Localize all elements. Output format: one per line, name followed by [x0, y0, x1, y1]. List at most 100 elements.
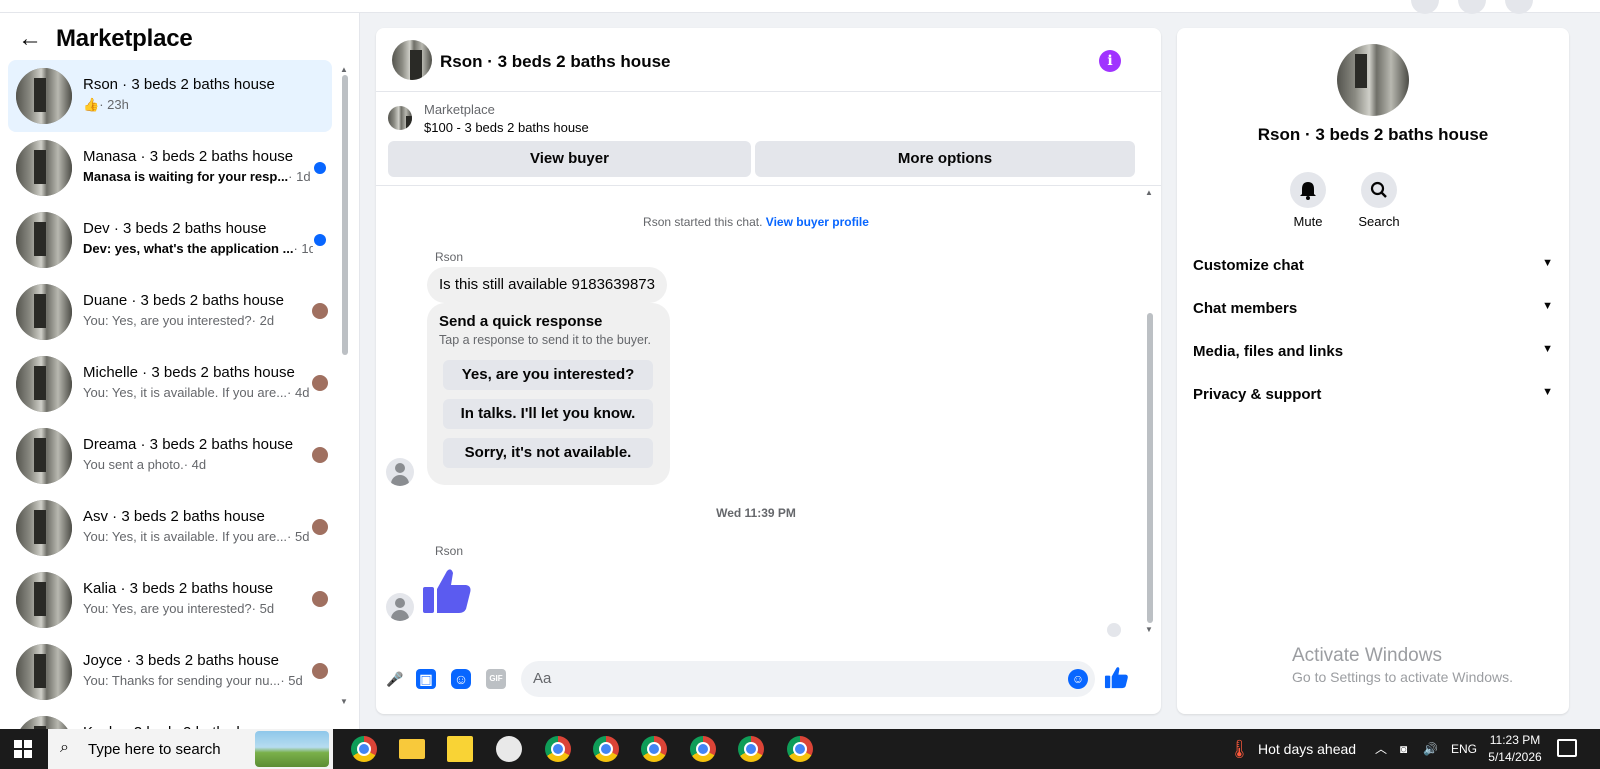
scrollbar-thumb[interactable]	[1147, 313, 1153, 623]
message-input[interactable]: Aa	[521, 661, 1095, 697]
header-profile-avatar[interactable]	[1505, 0, 1533, 14]
conversation-item[interactable]: Dev · 3 beds 2 baths house Dev: yes, what…	[8, 204, 332, 276]
view-buyer-profile-link[interactable]: View buyer profile	[766, 215, 869, 229]
file-explorer-icon[interactable]	[399, 739, 425, 759]
chevron-up-icon[interactable]: ︿	[1375, 729, 1387, 769]
conversation-item[interactable]: Joyce · 3 beds 2 baths house You: Thanks …	[8, 636, 332, 708]
more-options-button[interactable]: More options	[755, 141, 1135, 177]
buyer-avatar[interactable]	[386, 593, 414, 621]
conversation-scrollbar[interactable]: ▲ ▼	[340, 65, 350, 706]
language-indicator[interactable]: ENG	[1451, 729, 1477, 769]
photo-icon[interactable]: ▣	[416, 669, 436, 689]
gif-icon[interactable]: GIF	[486, 669, 506, 689]
conversation-thumbnail	[16, 140, 72, 196]
conversation-title: Dev · 3 beds 2 baths house	[83, 220, 267, 237]
conversation-item[interactable]: Dreama · 3 beds 2 baths house You sent a …	[8, 420, 332, 492]
scroll-up-arrow-icon[interactable]: ▲	[340, 65, 348, 74]
microphone-icon[interactable]: 🎤	[385, 669, 405, 689]
sticky-notes-icon[interactable]	[447, 736, 473, 762]
conversation-item[interactable]: Asv · 3 beds 2 baths house You: Yes, it i…	[8, 492, 332, 564]
preview-time: · 1d	[288, 169, 311, 184]
chat-members-section[interactable]: Chat members ▼	[1193, 300, 1553, 322]
conversation-item[interactable]: Duane · 3 beds 2 baths house You: Yes, ar…	[8, 276, 332, 348]
conversation-title: Joyce · 3 beds 2 baths house	[83, 652, 279, 669]
volume-icon[interactable]: 🔊	[1423, 729, 1438, 769]
taskbar-clock[interactable]: 11:23 PM 5/14/2026	[1480, 732, 1550, 766]
header-menu-icon[interactable]	[1411, 0, 1439, 14]
chevron-down-icon: ▼	[1542, 343, 1553, 355]
read-receipt-avatar	[312, 375, 328, 391]
search-label: Search	[1358, 214, 1400, 229]
scroll-down-arrow-icon[interactable]: ▼	[1145, 625, 1153, 634]
paint-icon[interactable]	[496, 736, 522, 762]
chrome-profile-icon[interactable]	[545, 736, 571, 762]
scroll-up-arrow-icon[interactable]: ▲	[1145, 188, 1153, 197]
conversation-item[interactable]: Kalia · 3 beds 2 baths house You: Yes, ar…	[8, 564, 332, 636]
chevron-down-icon: ▼	[1542, 386, 1553, 398]
conversation-item[interactable]: Rson · 3 beds 2 baths house 👍· 23h	[8, 60, 332, 132]
conversation-item[interactable]: Michelle · 3 beds 2 baths house You: Yes,…	[8, 348, 332, 420]
taskbar-search[interactable]: ⌕ Type here to search	[48, 729, 333, 769]
message-timestamp: Wed 11:39 PM	[716, 506, 796, 520]
conversation-item[interactable]: Kayla · 3 beds 2 baths house	[8, 708, 332, 729]
header-notifications-icon[interactable]	[1458, 0, 1486, 14]
preview-text: You: Yes, are you interested?	[83, 601, 252, 616]
mute-button[interactable]: Mute	[1278, 172, 1338, 229]
preview-text: You: Yes, it is available. If you are...	[83, 529, 288, 544]
sticker-icon[interactable]: ☺	[451, 669, 471, 689]
preview-time: · 4d	[287, 385, 310, 400]
chrome-profile-icon[interactable]	[641, 736, 667, 762]
chrome-profile-icon[interactable]	[593, 736, 619, 762]
scroll-down-arrow-icon[interactable]: ▼	[340, 697, 348, 706]
read-receipt-avatar	[312, 303, 328, 319]
camera-icon[interactable]: ◙	[1400, 729, 1407, 769]
conversation-title: Michelle · 3 beds 2 baths house	[83, 364, 295, 381]
chrome-icon[interactable]	[351, 736, 377, 762]
notification-center-icon[interactable]	[1557, 739, 1577, 757]
back-arrow-icon[interactable]: ←	[18, 27, 42, 51]
scrollbar-thumb[interactable]	[342, 75, 348, 355]
chrome-profile-icon[interactable]	[738, 736, 764, 762]
like-button-icon[interactable]	[1104, 665, 1130, 691]
quick-reply-button[interactable]: In talks. I'll let you know.	[443, 399, 653, 429]
quick-response-title: Send a quick response	[439, 313, 603, 330]
view-buyer-button[interactable]: View buyer	[388, 141, 751, 177]
customize-chat-section[interactable]: Customize chat ▼	[1193, 257, 1553, 279]
listing-thumbnail[interactable]	[388, 106, 412, 130]
message-bubble[interactable]: Is this still available 9183639873	[427, 267, 667, 303]
conversation-thumbnail	[16, 428, 72, 484]
conversation-preview: 👍· 23h	[83, 97, 313, 113]
sender-name: Rson	[435, 250, 464, 264]
profile-avatar[interactable]	[1337, 44, 1409, 116]
left-header: ← Marketplace	[18, 25, 193, 53]
buyer-avatar[interactable]	[386, 458, 414, 486]
media-files-links-section[interactable]: Media, files and links ▼	[1193, 343, 1553, 365]
listing-category: Marketplace	[424, 102, 495, 117]
windows-start-icon[interactable]	[14, 740, 32, 758]
conversation-item[interactable]: Manasa · 3 beds 2 baths house Manasa is w…	[8, 132, 332, 204]
preview-text: Manasa is waiting for your resp...	[83, 169, 289, 184]
thermometer-icon[interactable]: 🌡	[1228, 729, 1251, 769]
chat-scrollbar[interactable]: ▲ ▼	[1145, 188, 1155, 638]
watermark-title: Activate Windows	[1292, 645, 1442, 666]
conversation-preview: You: Yes, it is available. If you are...…	[83, 529, 313, 544]
read-receipt-avatar	[312, 663, 328, 679]
quick-response-card: Send a quick response Tap a response to …	[427, 303, 670, 485]
search-highlight-image[interactable]	[255, 731, 329, 767]
chat-title[interactable]: Rson · 3 beds 2 baths house	[440, 52, 671, 72]
info-icon[interactable]: i	[1099, 50, 1121, 72]
weather-widget[interactable]: Hot days ahead	[1258, 729, 1356, 769]
emoji-icon[interactable]: ☺	[1068, 669, 1088, 689]
search-button[interactable]: Search	[1349, 172, 1409, 229]
privacy-support-section[interactable]: Privacy & support ▼	[1193, 386, 1553, 408]
chrome-profile-icon[interactable]	[690, 736, 716, 762]
quick-reply-button[interactable]: Sorry, it's not available.	[443, 438, 653, 468]
clock-date: 5/14/2026	[1488, 750, 1542, 764]
thumbs-up-icon[interactable]	[421, 565, 475, 619]
section-label: Privacy & support	[1193, 386, 1322, 403]
preview-time: · 5d	[280, 673, 303, 688]
chrome-profile-icon[interactable]	[787, 736, 813, 762]
quick-reply-button[interactable]: Yes, are you interested?	[443, 360, 653, 390]
chat-avatar[interactable]	[392, 40, 432, 80]
conversation-panel: ← Marketplace Rson · 3 beds 2 baths hous…	[0, 13, 360, 729]
